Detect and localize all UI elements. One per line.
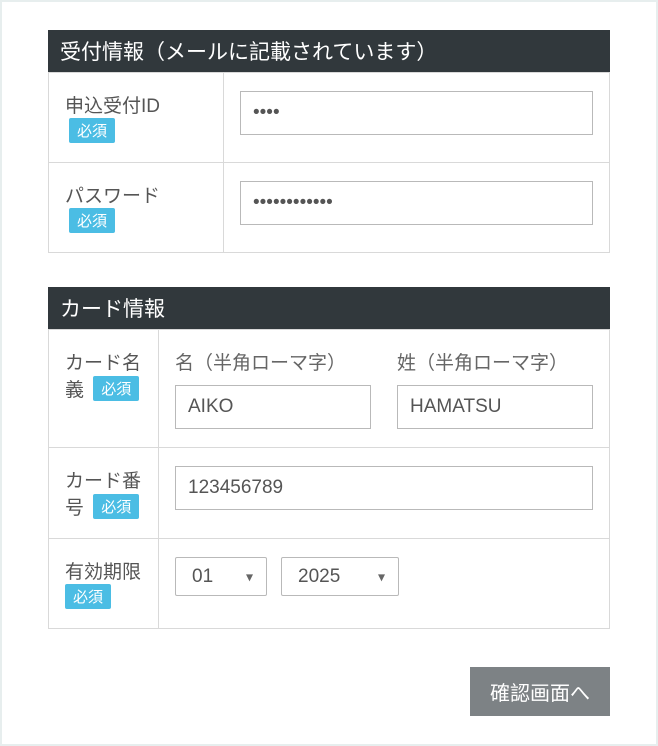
password-label-cell: パスワード 必須 [49, 163, 224, 253]
expiry-month-select[interactable]: 01 [175, 557, 267, 596]
reception-id-input[interactable] [240, 91, 593, 135]
footer-row: 確認画面へ [48, 667, 610, 716]
card-number-label-cell: カード番号 必須 [49, 448, 159, 539]
required-badge: 必須 [93, 376, 139, 401]
table-row: 有効期限 必須 01 2025 [49, 539, 610, 629]
expiry-year-wrap: 2025 [281, 557, 399, 596]
expiry-label: 有効期限 [65, 562, 141, 583]
table-row: パスワード 必須 [49, 163, 610, 253]
password-input[interactable] [240, 181, 593, 225]
password-label: パスワード [65, 186, 160, 207]
card-name-label-cell: カード名義 必須 [49, 330, 159, 448]
first-name-col: 名（半角ローマ字） [175, 348, 371, 429]
card-table: カード名義 必須 名（半角ローマ字） 姓（半角ローマ字） カード番号 [48, 329, 610, 629]
expiry-year-select[interactable]: 2025 [281, 557, 399, 596]
last-name-heading: 姓（半角ローマ字） [397, 348, 593, 375]
reception-id-label-cell: 申込受付ID 必須 [49, 73, 224, 163]
expiry-input-cell: 01 2025 [159, 539, 610, 629]
reception-section-header: 受付情報（メールに記載されています） [48, 30, 610, 72]
confirm-button[interactable]: 確認画面へ [470, 667, 610, 716]
card-section-header: カード情報 [48, 287, 610, 329]
first-name-input[interactable] [175, 385, 371, 429]
expiry-month-wrap: 01 [175, 557, 267, 596]
reception-id-input-cell [224, 73, 610, 163]
reception-table: 申込受付ID 必須 パスワード 必須 [48, 72, 610, 253]
card-name-input-cell: 名（半角ローマ字） 姓（半角ローマ字） [159, 330, 610, 448]
reception-id-label: 申込受付ID [65, 96, 160, 117]
required-badge: 必須 [69, 118, 115, 143]
expiry-label-cell: 有効期限 必須 [49, 539, 159, 629]
first-name-heading: 名（半角ローマ字） [175, 348, 371, 375]
card-number-input-cell [159, 448, 610, 539]
card-number-input[interactable] [175, 466, 593, 510]
table-row: カード名義 必須 名（半角ローマ字） 姓（半角ローマ字） [49, 330, 610, 448]
form-container: 受付情報（メールに記載されています） 申込受付ID 必須 パスワード 必須 カー… [0, 0, 658, 746]
last-name-col: 姓（半角ローマ字） [397, 348, 593, 429]
password-input-cell [224, 163, 610, 253]
required-badge: 必須 [93, 494, 139, 519]
table-row: カード番号 必須 [49, 448, 610, 539]
table-row: 申込受付ID 必須 [49, 73, 610, 163]
last-name-input[interactable] [397, 385, 593, 429]
required-badge: 必須 [65, 584, 111, 609]
required-badge: 必須 [69, 208, 115, 233]
